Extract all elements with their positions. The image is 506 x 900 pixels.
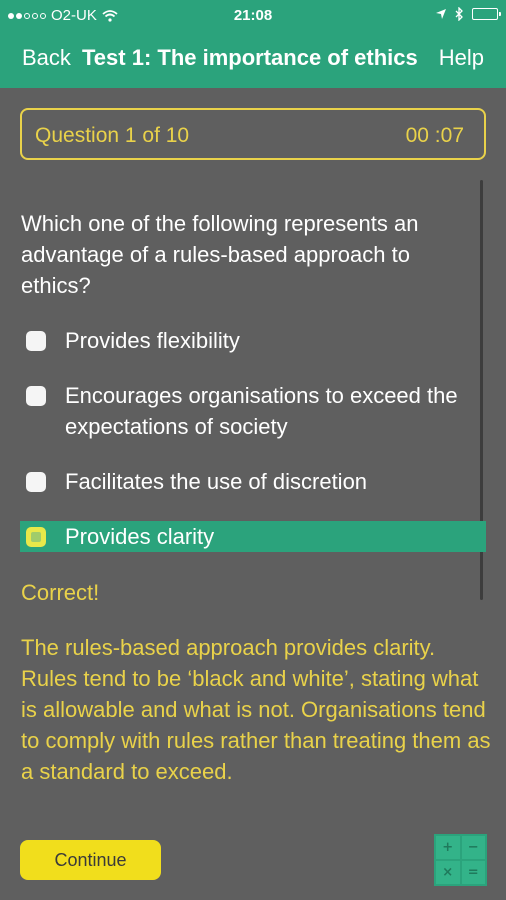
calculator-equals: = <box>461 861 485 884</box>
answer-option-label: Encourages organisations to exceed the e… <box>65 383 458 439</box>
calculator-times: × <box>436 861 460 884</box>
page-title: Test 1: The importance of ethics <box>82 45 418 70</box>
question-header-box: Question 1 of 10 00 :07 <box>20 108 486 160</box>
calculator-plus: + <box>436 836 460 859</box>
answer-option-2[interactable]: Encourages organisations to exceed the e… <box>20 380 486 442</box>
back-button[interactable]: Back <box>22 45 71 71</box>
answer-option-label: Provides clarity <box>65 524 215 549</box>
question-text: Which one of the following represents an… <box>21 211 419 298</box>
result-feedback: Correct! <box>21 580 100 605</box>
status-bar: O2-UK 21:08 <box>0 0 506 30</box>
location-arrow-icon <box>436 9 446 19</box>
quiz-timer: 00 :07 <box>405 124 464 147</box>
continue-button[interactable]: Continue <box>20 840 161 880</box>
calculator-minus: − <box>461 836 485 859</box>
calculator-icon[interactable]: + − × = <box>434 834 487 886</box>
answer-option-label: Facilitates the use of discretion <box>65 469 368 494</box>
checkbox-icon[interactable] <box>26 386 46 406</box>
answer-explanation: The rules-based approach provides clarit… <box>21 635 491 784</box>
battery-icon <box>472 8 501 20</box>
help-button[interactable]: Help <box>439 45 484 71</box>
status-right <box>435 7 501 21</box>
answer-option-3[interactable]: Facilitates the use of discretion <box>20 466 486 497</box>
checkbox-icon[interactable] <box>26 472 46 492</box>
question-counter: Question 1 of 10 <box>35 124 190 147</box>
status-time: 21:08 <box>233 7 273 24</box>
nav-bar: Back Test 1: The importance of ethics He… <box>0 30 506 88</box>
bluetooth-icon <box>455 7 463 21</box>
checkbox-checked-icon[interactable] <box>26 527 46 547</box>
checkbox-icon[interactable] <box>26 331 46 351</box>
answer-option-4[interactable]: Provides clarity <box>20 521 486 552</box>
answer-option-1[interactable]: Provides flexibility <box>20 325 486 356</box>
answer-option-label: Provides flexibility <box>65 328 240 353</box>
